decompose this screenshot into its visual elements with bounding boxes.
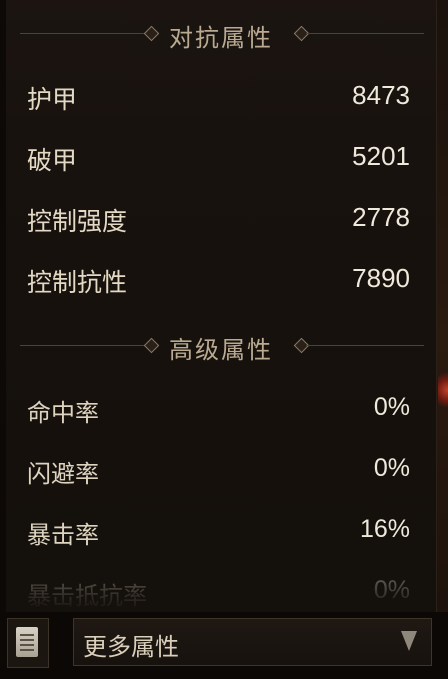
stat-label: 护甲 [27, 85, 78, 114]
background-glow [438, 370, 448, 410]
stat-label: 暴击率 [27, 521, 99, 549]
stat-value: 0% [373, 393, 410, 421]
stat-row-dodge-rate: 闪避率 0% [6, 450, 436, 490]
stat-label: 闪避率 [27, 460, 99, 488]
section-header-advanced: 高级属性 [6, 326, 436, 366]
stat-value: 5201 [352, 141, 410, 171]
stat-value: 2778 [352, 202, 410, 232]
scroll-icon [16, 627, 38, 657]
stat-label: 命中率 [27, 399, 99, 427]
section-title: 对抗属性 [169, 24, 273, 52]
stat-label: 暴击抵抗率 [27, 582, 147, 610]
divider-right [306, 345, 424, 346]
stat-value: 7890 [352, 263, 410, 293]
divider-right [306, 33, 424, 34]
stat-row-control-strength: 控制强度 2778 [6, 198, 436, 238]
scroll-button[interactable] [7, 618, 49, 668]
attribute-panel[interactable]: 对抗属性 护甲 8473 破甲 5201 控制强度 2778 控制抗性 7890… [6, 0, 437, 612]
stat-value: 8473 [352, 80, 410, 110]
more-attributes-dropdown[interactable]: 更多属性 [73, 618, 432, 666]
stat-row-armor-break: 破甲 5201 [6, 137, 436, 177]
stat-row-armor: 护甲 8473 [6, 76, 436, 116]
stat-label: 控制抗性 [27, 268, 128, 297]
chevron-down-icon [401, 631, 417, 651]
stat-value: 0% [373, 454, 410, 482]
stat-label: 控制强度 [27, 207, 128, 236]
section-title: 高级属性 [169, 336, 273, 364]
stat-row-crit-rate: 暴击率 16% [6, 511, 436, 551]
stat-row-hit-rate: 命中率 0% [6, 389, 436, 429]
stat-value: 16% [359, 515, 410, 543]
section-header-resist: 对抗属性 [6, 14, 436, 54]
stat-value: 0% [373, 576, 410, 604]
stat-label: 破甲 [27, 146, 78, 175]
stat-row-control-resist: 控制抗性 7890 [6, 259, 436, 299]
dropdown-label: 更多属性 [83, 633, 179, 661]
stat-row-crit-resist: 暴击抵抗率 0% [6, 572, 436, 612]
